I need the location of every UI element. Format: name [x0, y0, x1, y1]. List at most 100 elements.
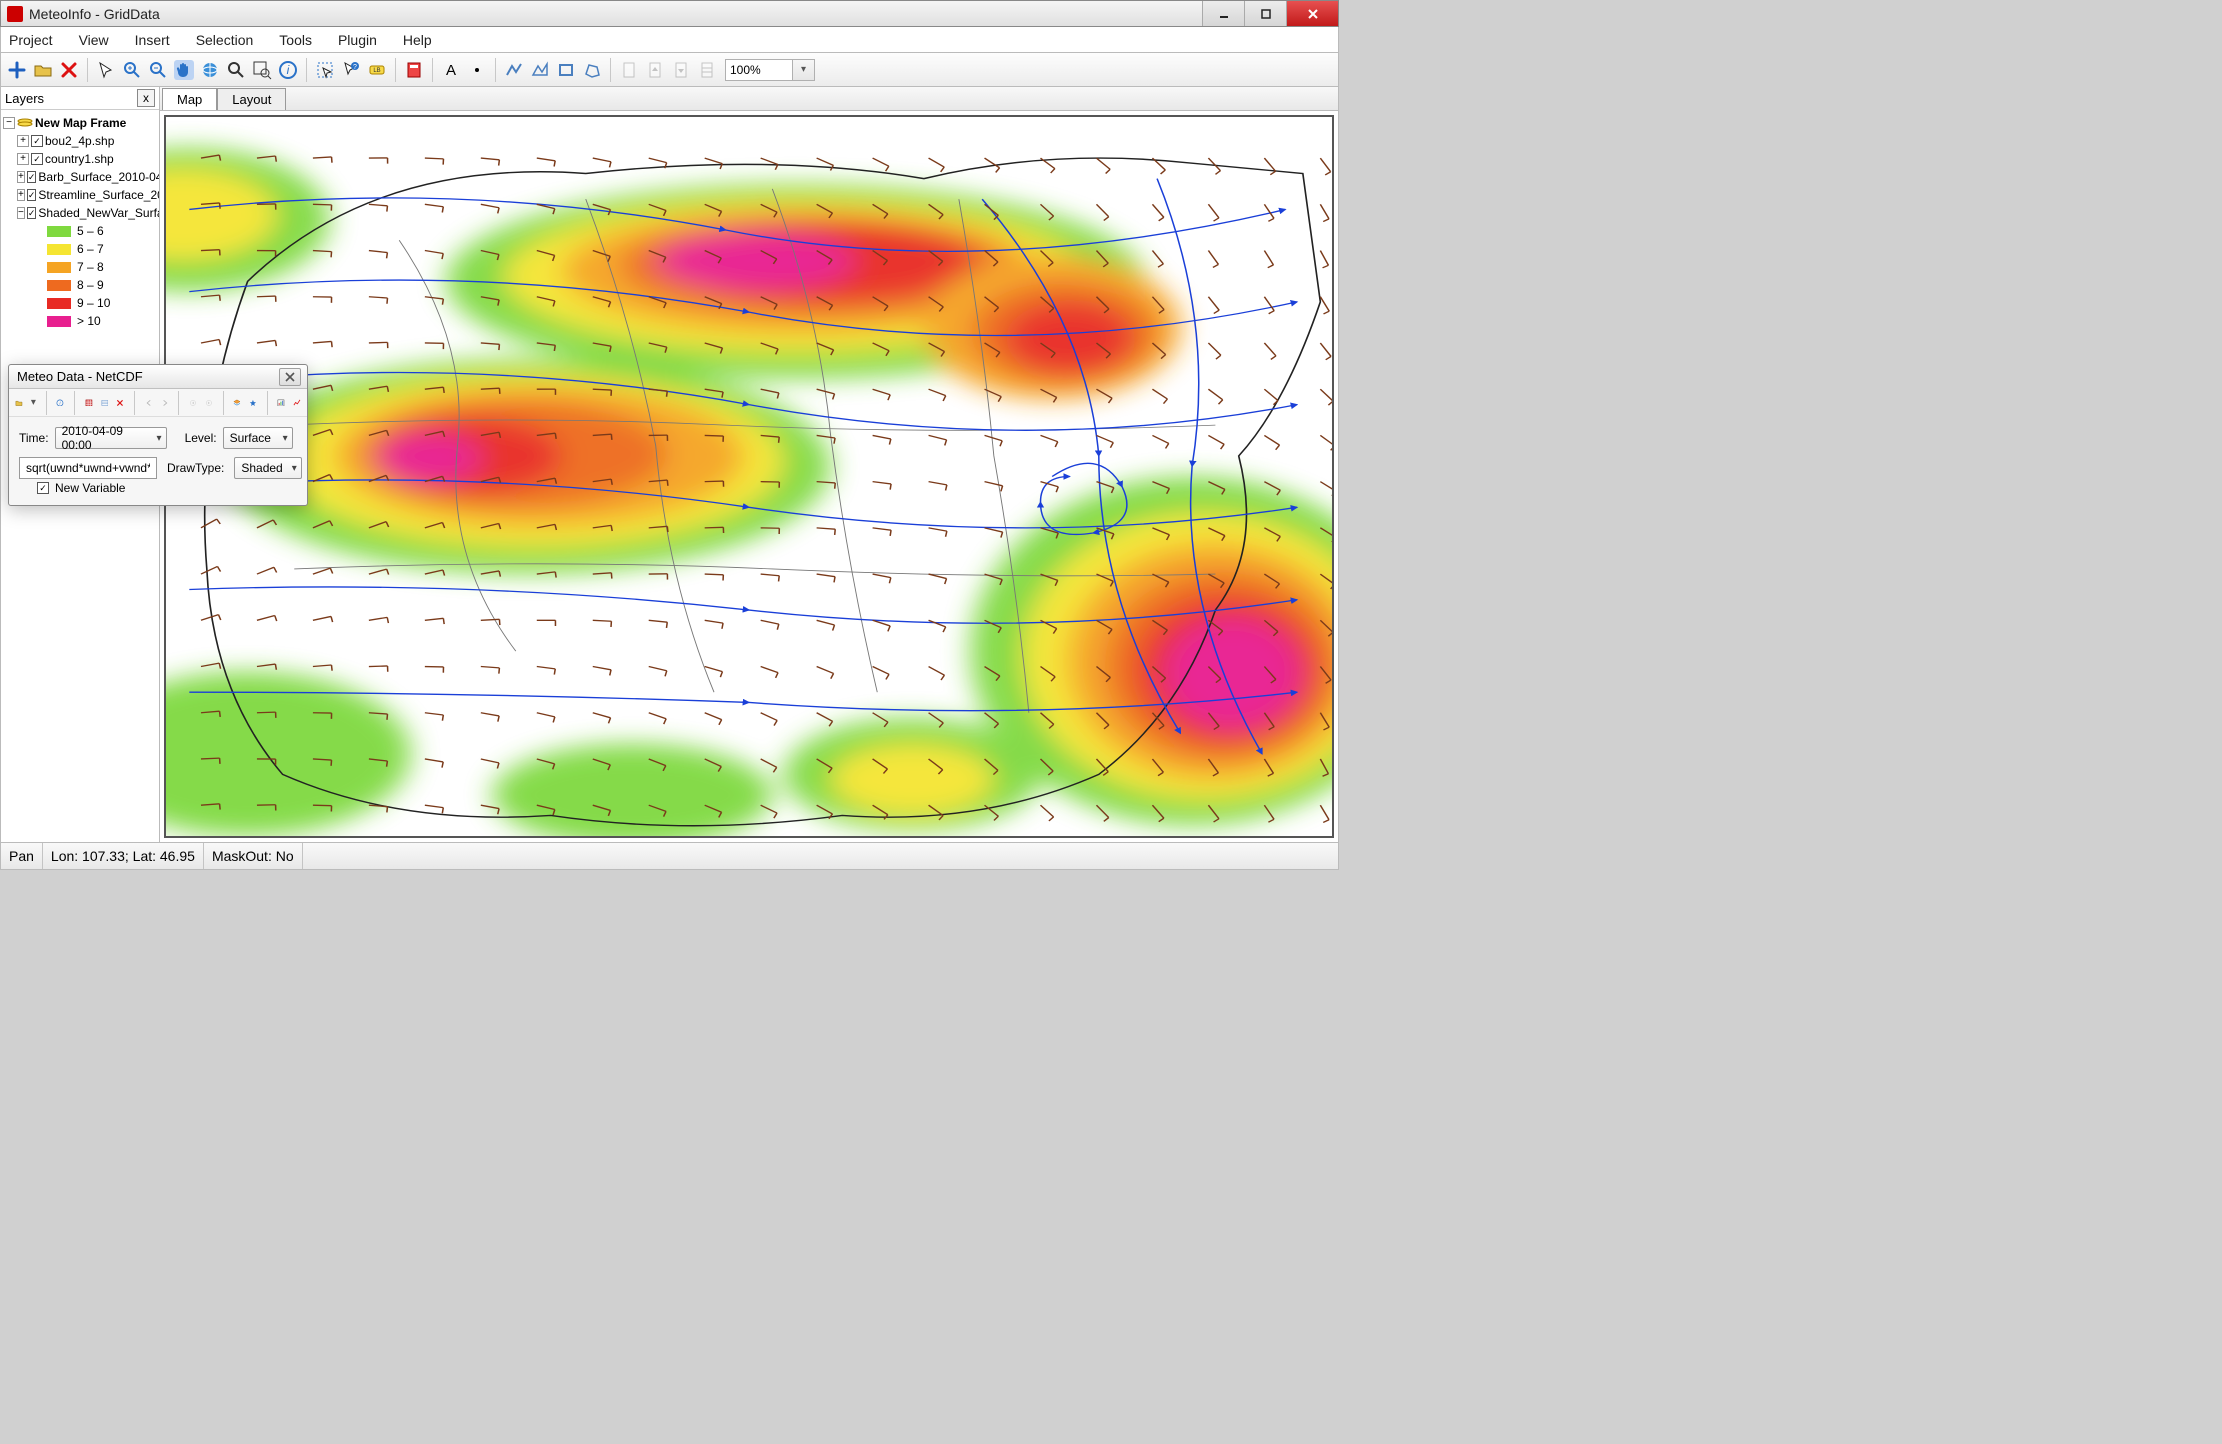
- legend-item: 9 – 10: [3, 294, 157, 312]
- dialog-toolbar: ▾ i: [9, 389, 307, 417]
- layer-checkbox[interactable]: [31, 135, 43, 147]
- data-icon[interactable]: [404, 60, 424, 80]
- layers-panel-close-button[interactable]: x: [137, 89, 155, 107]
- time-field: Time: 2010-04-09 00:00: [19, 427, 167, 449]
- zoom-region-icon[interactable]: [252, 60, 272, 80]
- legend-swatch: [47, 244, 71, 255]
- toolbar-separator: [495, 58, 496, 82]
- info-icon[interactable]: i: [278, 60, 298, 80]
- layer-checkbox[interactable]: [27, 171, 37, 183]
- tab-map[interactable]: Map: [162, 88, 217, 110]
- toolbar-separator: [432, 58, 433, 82]
- shape-open-icon[interactable]: [504, 60, 524, 80]
- delete-icon[interactable]: [116, 394, 124, 412]
- page-icon[interactable]: [619, 60, 639, 80]
- pan-hand-icon[interactable]: [174, 60, 194, 80]
- collapse-icon[interactable]: −: [17, 207, 25, 219]
- menu-help[interactable]: Help: [403, 32, 432, 48]
- menu-plugin[interactable]: Plugin: [338, 32, 377, 48]
- layer-row[interactable]: + bou2_4p.shp: [3, 132, 157, 150]
- layer-checkbox[interactable]: [27, 207, 37, 219]
- grid-view-icon[interactable]: [85, 394, 93, 412]
- layer-row[interactable]: + Barb_Surface_2010-04-09: [3, 168, 157, 186]
- back-arrow-icon[interactable]: [145, 394, 153, 412]
- tab-layout[interactable]: Layout: [217, 88, 286, 110]
- maximize-button[interactable]: [1244, 1, 1286, 26]
- rect-icon[interactable]: [556, 60, 576, 80]
- pointer-icon[interactable]: [96, 60, 116, 80]
- legend-label: 8 – 9: [77, 278, 104, 292]
- page-up-icon[interactable]: [645, 60, 665, 80]
- expand-icon[interactable]: +: [17, 171, 25, 183]
- open-icon[interactable]: [33, 60, 53, 80]
- delete-icon[interactable]: [59, 60, 79, 80]
- status-bar: Pan Lon: 107.33; Lat: 46.95 MaskOut: No: [0, 842, 1339, 870]
- star-icon[interactable]: [249, 394, 257, 412]
- globe-icon[interactable]: [200, 60, 220, 80]
- info-icon[interactable]: i: [56, 394, 64, 412]
- open-folder-icon[interactable]: [15, 394, 23, 412]
- layer-label: Shaded_NewVar_Surface_: [38, 206, 159, 220]
- dialog-close-button[interactable]: [279, 368, 301, 386]
- menu-view[interactable]: View: [79, 32, 109, 48]
- chart-box-icon[interactable]: [277, 394, 285, 412]
- expand-icon[interactable]: +: [17, 153, 29, 165]
- meteo-data-dialog[interactable]: Meteo Data - NetCDF ▾ i Time: 2010-04-09…: [8, 364, 308, 506]
- layer-row[interactable]: + country1.shp: [3, 150, 157, 168]
- level-combo[interactable]: Surface: [223, 427, 293, 449]
- layer-row[interactable]: − Shaded_NewVar_Surface_: [3, 204, 157, 222]
- expand-icon[interactable]: +: [17, 189, 25, 201]
- animate-back-icon[interactable]: [189, 394, 197, 412]
- polygon-icon[interactable]: [582, 60, 602, 80]
- zoom-in-icon[interactable]: [122, 60, 142, 80]
- text-tool-icon[interactable]: A: [441, 60, 461, 80]
- layer-checkbox[interactable]: [31, 153, 43, 165]
- legend-item: 6 – 7: [3, 240, 157, 258]
- dialog-title: Meteo Data - NetCDF: [17, 369, 143, 384]
- identify-icon[interactable]: ?: [341, 60, 361, 80]
- point-tool-icon[interactable]: [467, 60, 487, 80]
- drawtype-combo[interactable]: Shaded: [234, 457, 301, 479]
- time-combo[interactable]: 2010-04-09 00:00: [55, 427, 167, 449]
- layer-label: Streamline_Surface_2010-: [38, 188, 159, 202]
- menu-insert[interactable]: Insert: [135, 32, 170, 48]
- layer-checkbox[interactable]: [27, 189, 37, 201]
- label-icon[interactable]: LB: [367, 60, 387, 80]
- zoom-dropdown-icon[interactable]: ▾: [793, 59, 815, 81]
- zoom-out-icon[interactable]: [148, 60, 168, 80]
- add-layer-icon[interactable]: [7, 60, 27, 80]
- tree-frame-row[interactable]: − New Map Frame: [3, 114, 157, 132]
- map-frame-icon: [17, 115, 33, 132]
- animate-fwd-icon[interactable]: [205, 394, 213, 412]
- status-maskout: MaskOut: No: [204, 843, 303, 869]
- layers-icon[interactable]: [233, 394, 241, 412]
- table-icon[interactable]: [101, 394, 109, 412]
- new-variable-checkbox[interactable]: [37, 482, 49, 494]
- expand-icon[interactable]: +: [17, 135, 29, 147]
- dialog-titlebar[interactable]: Meteo Data - NetCDF: [9, 365, 307, 389]
- forward-arrow-icon[interactable]: [161, 394, 169, 412]
- zoom-icon[interactable]: [226, 60, 246, 80]
- page-grid-icon[interactable]: [697, 60, 717, 80]
- select-element-icon[interactable]: [315, 60, 335, 80]
- menu-tools[interactable]: Tools: [279, 32, 312, 48]
- trend-line-icon[interactable]: [293, 394, 301, 412]
- zoom-combo[interactable]: 100%: [725, 59, 793, 81]
- close-button[interactable]: [1286, 1, 1338, 26]
- legend-swatch: [47, 316, 71, 327]
- map-canvas[interactable]: [164, 115, 1334, 838]
- legend-label: 6 – 7: [77, 242, 104, 256]
- svg-text:LB: LB: [373, 68, 380, 74]
- menu-selection[interactable]: Selection: [196, 32, 254, 48]
- expression-input[interactable]: [19, 457, 157, 479]
- map-svg: [166, 117, 1332, 836]
- minimize-button[interactable]: [1202, 1, 1244, 26]
- legend-swatch: [47, 280, 71, 291]
- shape-closed-icon[interactable]: [530, 60, 550, 80]
- window-buttons: [1202, 1, 1338, 26]
- page-down-icon[interactable]: [671, 60, 691, 80]
- dropdown-caret-icon[interactable]: ▾: [31, 397, 36, 408]
- collapse-icon[interactable]: −: [3, 117, 15, 129]
- layer-row[interactable]: + Streamline_Surface_2010-: [3, 186, 157, 204]
- menu-project[interactable]: Project: [9, 32, 53, 48]
